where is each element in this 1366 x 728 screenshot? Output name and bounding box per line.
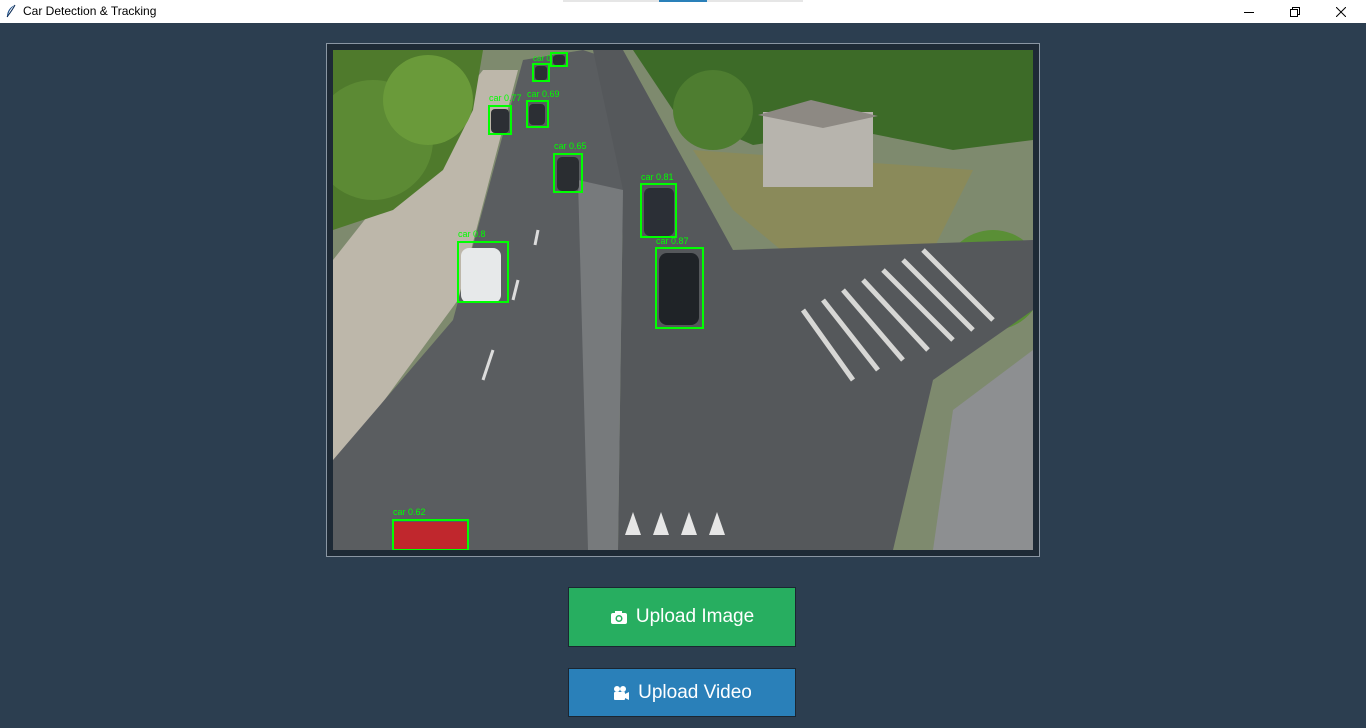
detection-label: car 0.8 (458, 229, 486, 239)
upload-image-button[interactable]: Upload Image (568, 587, 796, 647)
feather-icon (5, 4, 17, 18)
restore-icon (1290, 6, 1300, 17)
detection-label: car 0.69 (527, 89, 560, 99)
detection-label: car 0.81 (641, 172, 674, 182)
window-title: Car Detection & Tracking (23, 4, 157, 18)
minimize-button[interactable] (1226, 0, 1272, 23)
detection-label: car 0.62 (393, 507, 426, 517)
detection-7: car 0.81 (640, 172, 677, 238)
close-icon (1336, 6, 1346, 17)
camera-icon (610, 609, 628, 625)
detection-label: car 0.77 (489, 93, 522, 103)
upload-video-label: Upload Video (638, 681, 752, 703)
upload-image-label: Upload Image (635, 606, 755, 627)
title-bar: Car Detection & Tracking (0, 0, 1366, 23)
upload-video-button[interactable]: Upload Video (568, 668, 796, 717)
detection-2: car 0.65 (553, 141, 587, 193)
detection-label: car 0.65 (554, 141, 587, 151)
restore-button[interactable] (1272, 0, 1318, 23)
close-button[interactable] (1318, 0, 1364, 23)
image-display-panel: car 0.62 car 0.8 car 0.65 car 0.77 car 0… (326, 43, 1040, 557)
tab-strip-left (563, 0, 659, 2)
detection-label: car 0.87 (656, 236, 689, 246)
video-camera-icon (612, 685, 630, 701)
detection-frame: car 0.62 car 0.8 car 0.65 car 0.77 car 0… (333, 50, 1033, 550)
tab-strip-active (659, 0, 707, 2)
tab-strip-right (707, 0, 803, 2)
minimize-icon (1244, 7, 1254, 17)
